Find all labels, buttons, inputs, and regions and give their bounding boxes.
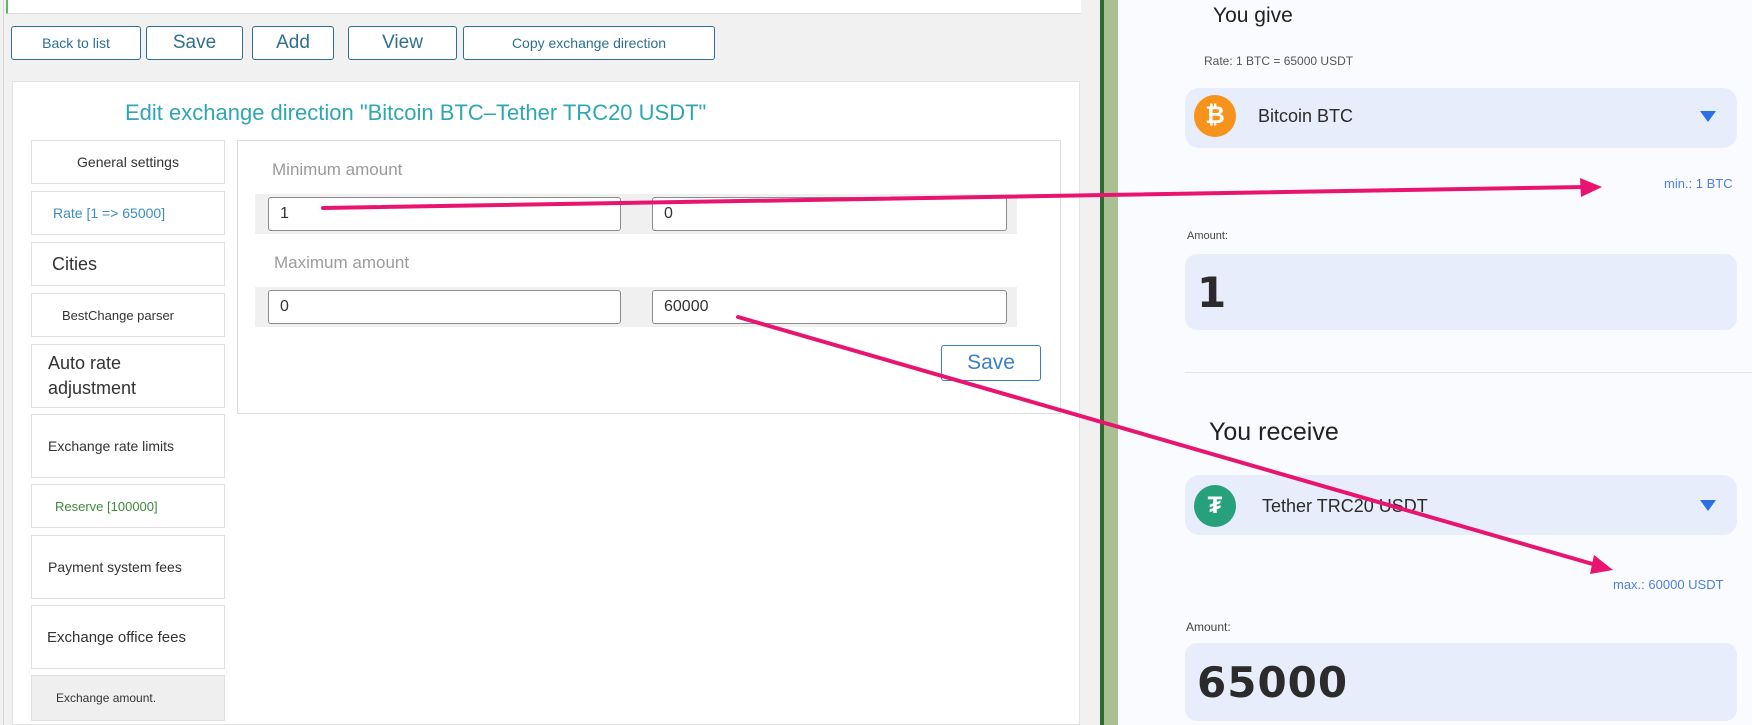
receive-currency-label: Tether TRC20 USDT <box>1262 496 1428 516</box>
tab-label: Auto rate adjustment <box>48 353 137 398</box>
tether-icon: ₮ <box>1194 485 1236 527</box>
rate-text: Rate: 1 BTC = 65000 USDT <box>1204 54 1354 68</box>
tab-label: Rate [1 => 65000] <box>53 205 166 221</box>
give-currency-label: Bitcoin BTC <box>1258 106 1354 126</box>
tab-label: General settings <box>77 154 179 170</box>
tab-cities[interactable]: Cities <box>31 242 225 286</box>
tab-label: Cities <box>52 253 98 274</box>
you-receive-title: You receive <box>1209 418 1339 446</box>
give-amount-input[interactable]: 1 <box>1185 254 1737 330</box>
tab-label: Exchange rate limits <box>48 438 175 454</box>
min-give-input[interactable]: 1 <box>268 197 621 231</box>
max-amount-label: Maximum amount <box>274 253 410 272</box>
chevron-down-icon[interactable] <box>1700 500 1716 511</box>
max-give-input[interactable]: 0 <box>268 290 621 324</box>
you-give-title: You give <box>1213 4 1293 27</box>
tab-label: Reserve [100000] <box>55 498 158 514</box>
tab-rate[interactable]: Rate [1 => 65000] <box>31 191 225 235</box>
bitcoin-icon: ₿ <box>1194 95 1236 137</box>
give-amount-label: Amount: <box>1187 230 1228 242</box>
divider-green <box>1104 0 1118 725</box>
receive-amount-label: Amount: <box>1186 620 1231 634</box>
tab-label: Payment system fees <box>48 559 182 575</box>
tab-reserve[interactable]: Reserve [100000] <box>31 484 225 528</box>
page-title: Edit exchange direction "Bitcoin BTC–Tet… <box>125 100 707 125</box>
tab-exchange-office-fees[interactable]: Exchange office fees <box>31 605 225 669</box>
amount-panel <box>237 140 1061 414</box>
tab-bestchange-parser[interactable]: BestChange parser <box>31 293 225 337</box>
min-receive-input[interactable]: 0 <box>652 197 1007 231</box>
max-receive-input[interactable]: 60000 <box>652 290 1007 324</box>
chevron-down-icon[interactable] <box>1700 111 1716 122</box>
panel-border <box>3 0 4 725</box>
tab-label: BestChange parser <box>62 307 175 323</box>
max-amount-hint[interactable]: max.: 60000 USDT <box>1613 577 1724 592</box>
top-notice-strip <box>6 0 1081 14</box>
add-button[interactable]: Add <box>252 26 334 60</box>
tab-general-settings[interactable]: General settings <box>31 140 225 184</box>
receive-amount-input[interactable]: 65000 <box>1185 643 1737 721</box>
tab-exchange-rate-limits[interactable]: Exchange rate limits <box>31 414 225 478</box>
back-to-list-button[interactable]: Back to list <box>11 26 141 60</box>
copy-direction-button[interactable]: Copy exchange direction <box>463 26 715 60</box>
tab-exchange-amount[interactable]: Exchange amount. <box>31 675 225 721</box>
tab-label: Exchange office fees <box>47 628 186 646</box>
save-top-button[interactable]: Save <box>146 26 243 60</box>
min-amount-label: Minimum amount <box>272 160 403 179</box>
view-button[interactable]: View <box>348 26 457 60</box>
tab-payment-system-fees[interactable]: Payment system fees <box>31 535 225 599</box>
min-amount-hint[interactable]: min.: 1 BTC <box>1664 176 1733 191</box>
save-amounts-button[interactable]: Save <box>941 345 1041 381</box>
section-divider <box>1185 372 1752 373</box>
tab-auto-rate-adjustment[interactable]: Auto rate adjustment <box>31 344 225 408</box>
tab-label: Exchange amount. <box>56 691 157 705</box>
